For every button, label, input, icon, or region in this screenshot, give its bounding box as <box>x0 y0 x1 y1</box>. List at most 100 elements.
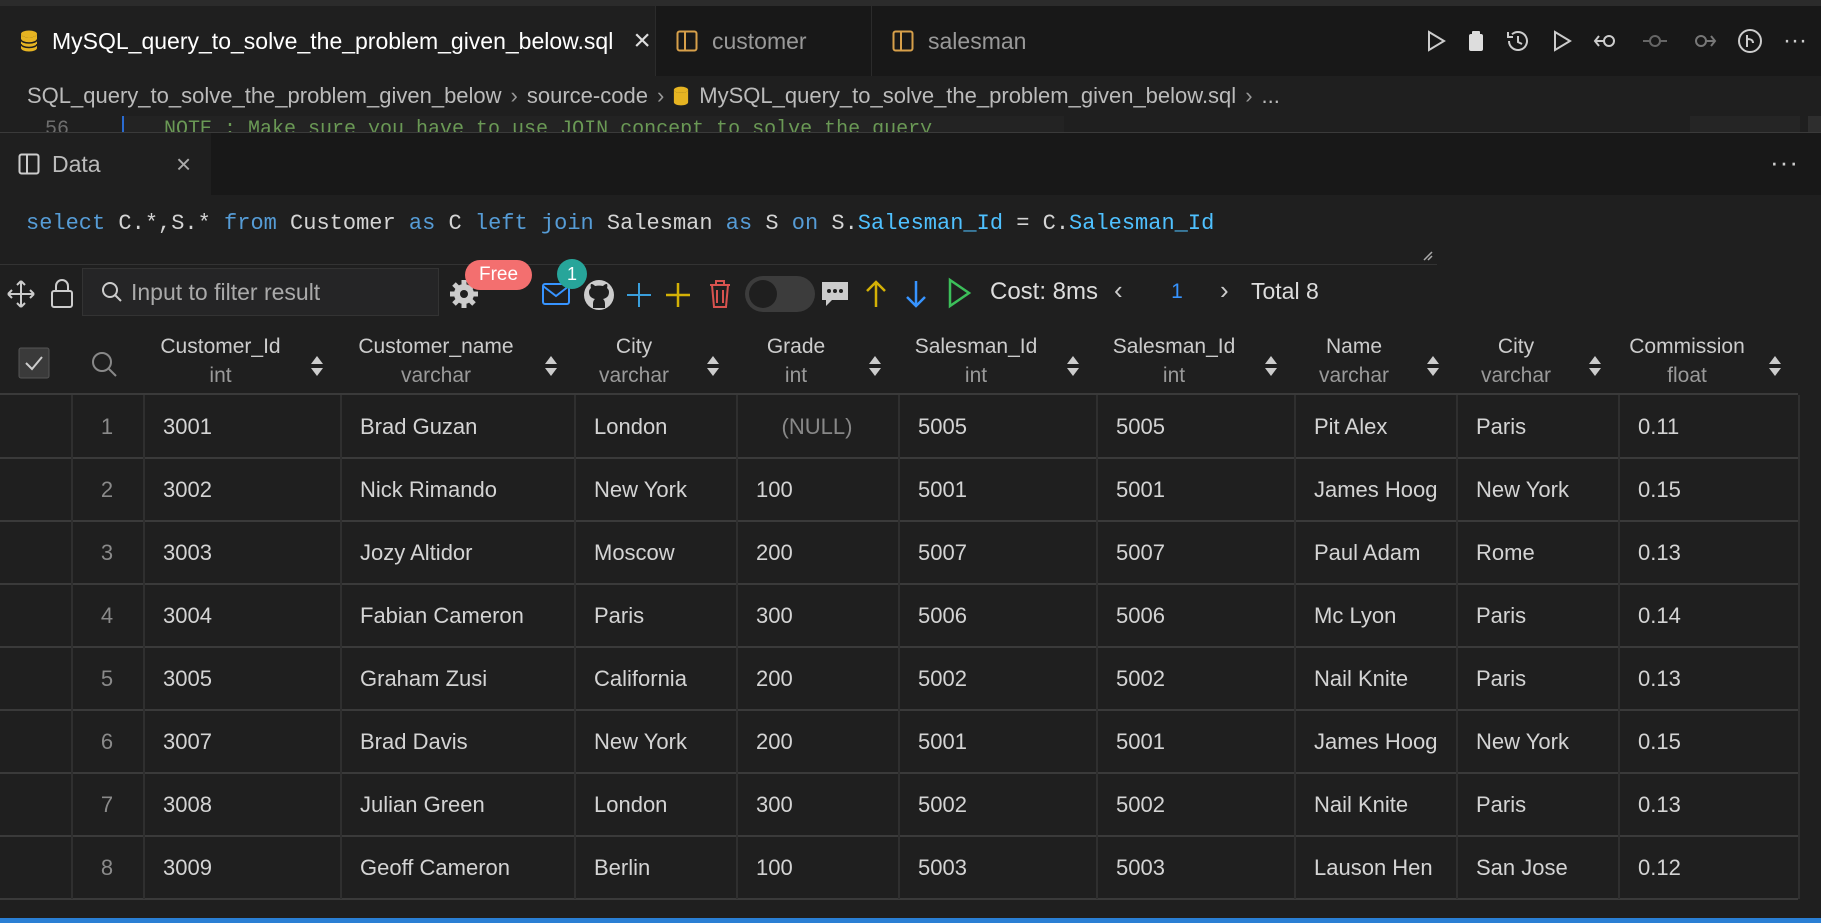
table-cell[interactable]: 100 <box>736 836 898 899</box>
table-cell[interactable]: Nick Rimando <box>340 458 574 521</box>
table-cell[interactable]: Brad Guzan <box>340 395 574 458</box>
github-icon[interactable] <box>582 278 616 312</box>
table-cell[interactable]: California <box>574 647 736 710</box>
table-cell[interactable]: Fabian Cameron <box>340 584 574 647</box>
editor-scrollbar[interactable] <box>1808 116 1821 132</box>
comment-icon[interactable] <box>820 279 850 309</box>
table-cell[interactable]: Paul Adam <box>1294 521 1456 584</box>
table-cell[interactable]: Geoff Cameron <box>340 836 574 899</box>
close-icon[interactable]: × <box>633 24 651 58</box>
column-header[interactable]: Name varchar <box>1294 331 1414 393</box>
table-cell[interactable]: 0.13 <box>1618 521 1798 584</box>
table-cell[interactable]: (NULL) <box>736 395 898 458</box>
source-control-icon[interactable] <box>1737 28 1763 54</box>
table-cell[interactable]: Brad Davis <box>340 710 574 773</box>
table-cell[interactable]: 0.15 <box>1618 710 1798 773</box>
more-actions-icon[interactable]: ··· <box>1783 27 1807 55</box>
table-cell[interactable]: 300 <box>736 773 898 836</box>
sort-icon[interactable] <box>1588 355 1602 377</box>
table-cell[interactable]: 0.15 <box>1618 458 1798 521</box>
table-cell[interactable]: Rome <box>1456 521 1618 584</box>
column-header[interactable]: Customer_name varchar <box>340 331 532 393</box>
table-cell[interactable]: 5003 <box>898 836 1096 899</box>
close-icon[interactable]: × <box>176 149 191 180</box>
sort-icon[interactable] <box>310 355 324 377</box>
column-header[interactable]: Commission float <box>1618 331 1756 393</box>
table-cell[interactable]: Paris <box>1456 395 1618 458</box>
tab-customer[interactable]: customer <box>655 6 871 76</box>
tab-mysql-query-file[interactable]: MySQL_query_to_solve_the_problem_given_b… <box>0 6 655 76</box>
table-cell[interactable]: 200 <box>736 647 898 710</box>
query-editor[interactable]: select C.*,S.* from Customer as C left j… <box>0 195 1437 265</box>
table-cell[interactable]: 3009 <box>143 836 340 899</box>
table-cell[interactable]: 0.13 <box>1618 647 1798 710</box>
table-cell[interactable]: 3001 <box>143 395 340 458</box>
table-cell[interactable]: 3007 <box>143 710 340 773</box>
delete-icon[interactable] <box>707 278 733 310</box>
table-cell[interactable]: Moscow <box>574 521 736 584</box>
filter-input-box[interactable] <box>82 268 439 316</box>
table-cell[interactable]: 5003 <box>1096 836 1294 899</box>
table-cell[interactable]: 5005 <box>1096 395 1294 458</box>
sort-icon[interactable] <box>1066 355 1080 377</box>
clipboard-icon[interactable] <box>1467 29 1485 53</box>
run-icon[interactable] <box>946 277 972 309</box>
table-cell[interactable]: 5001 <box>898 458 1096 521</box>
sort-icon[interactable] <box>1264 355 1278 377</box>
table-cell[interactable]: Paris <box>1456 773 1618 836</box>
arrow-down-icon[interactable] <box>904 279 928 309</box>
table-cell[interactable]: 5002 <box>1096 647 1294 710</box>
history-icon[interactable] <box>1505 28 1531 54</box>
column-header[interactable]: Salesman_Id int <box>1096 331 1252 393</box>
table-cell[interactable]: 200 <box>736 521 898 584</box>
lock-icon[interactable] <box>48 277 76 309</box>
table-cell[interactable]: Graham Zusi <box>340 647 574 710</box>
search-icon[interactable] <box>90 350 118 378</box>
table-cell[interactable]: New York <box>1456 710 1618 773</box>
table-cell[interactable]: Pit Alex <box>1294 395 1456 458</box>
breadcrumb-more[interactable]: ... <box>1262 83 1280 109</box>
table-cell[interactable]: 0.13 <box>1618 773 1798 836</box>
column-header[interactable]: Grade int <box>736 331 856 393</box>
add-row-icon[interactable] <box>664 281 692 309</box>
go-back-icon[interactable] <box>1593 29 1621 53</box>
arrow-up-icon[interactable] <box>864 279 888 309</box>
sort-icon[interactable] <box>1426 355 1440 377</box>
table-cell[interactable]: New York <box>1456 458 1618 521</box>
select-all-checkbox[interactable] <box>18 347 50 379</box>
table-cell[interactable]: 5005 <box>898 395 1096 458</box>
table-cell[interactable]: New York <box>574 710 736 773</box>
table-cell[interactable]: James Hoog <box>1294 710 1456 773</box>
table-cell[interactable]: London <box>574 395 736 458</box>
tab-data[interactable]: Data × <box>0 133 211 195</box>
breadcrumb-folder[interactable]: SQL_query_to_solve_the_problem_given_bel… <box>27 83 502 109</box>
table-cell[interactable]: 5001 <box>898 710 1096 773</box>
table-cell[interactable]: 3005 <box>143 647 340 710</box>
table-cell[interactable]: London <box>574 773 736 836</box>
column-header[interactable]: Customer_Id int <box>143 331 298 393</box>
sort-icon[interactable] <box>706 355 720 377</box>
table-cell[interactable]: 5006 <box>898 584 1096 647</box>
table-cell[interactable]: 5001 <box>1096 710 1294 773</box>
minimap[interactable] <box>1690 116 1800 132</box>
table-cell[interactable]: 3002 <box>143 458 340 521</box>
table-cell[interactable]: Paris <box>574 584 736 647</box>
table-cell[interactable]: 100 <box>736 458 898 521</box>
table-cell[interactable]: 5002 <box>898 773 1096 836</box>
table-cell[interactable]: Nail Knite <box>1294 773 1456 836</box>
free-badge[interactable]: Free <box>465 260 533 290</box>
table-cell[interactable]: 3003 <box>143 521 340 584</box>
table-cell[interactable]: Berlin <box>574 836 736 899</box>
table-cell[interactable]: Julian Green <box>340 773 574 836</box>
table-cell[interactable]: 5002 <box>898 647 1096 710</box>
column-header[interactable]: City varchar <box>1456 331 1576 393</box>
page-number[interactable]: 1 <box>1170 280 1184 304</box>
breadcrumb-file[interactable]: MySQL_query_to_solve_the_problem_given_b… <box>699 83 1236 109</box>
add-icon[interactable] <box>625 281 653 309</box>
table-cell[interactable]: 5002 <box>1096 773 1294 836</box>
table-cell[interactable]: Paris <box>1456 584 1618 647</box>
editor-area[interactable]: 56 NOTE : Make sure you have to use JOIN… <box>0 116 1821 133</box>
chevron-right-icon[interactable]: › <box>1220 275 1229 306</box>
chevron-left-icon[interactable]: ‹ <box>1114 275 1123 306</box>
sort-icon[interactable] <box>1768 355 1782 377</box>
